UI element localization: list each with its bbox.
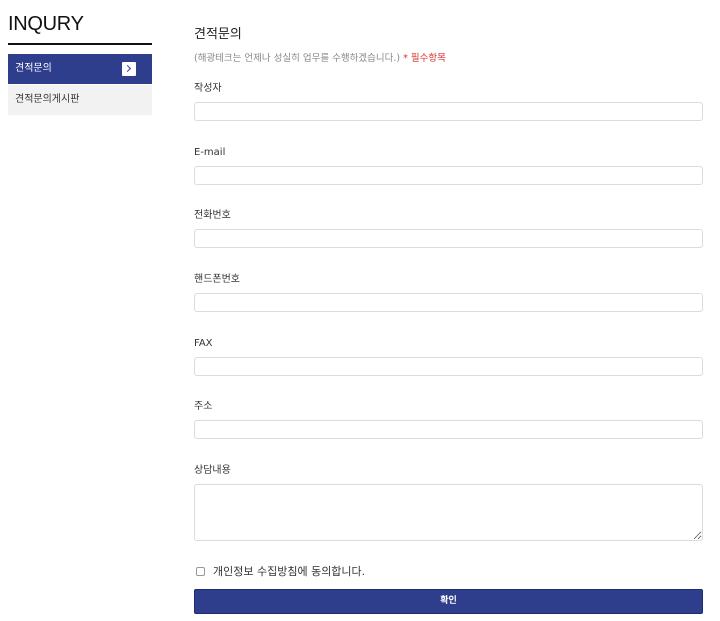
email-input[interactable] — [194, 166, 703, 185]
author-input[interactable] — [194, 102, 703, 121]
subtitle-text: (해광테크는 언제나 성실히 업무를 수행하겠습니다.) — [194, 53, 401, 64]
sidebar-title: INQURY — [8, 13, 84, 35]
field-label: 핸드폰번호 — [194, 274, 240, 285]
field-label: E-mail — [194, 147, 226, 158]
required-note: * 필수항목 — [403, 53, 446, 64]
field-label: 상담내용 — [194, 465, 231, 476]
field-message: 상담내용 — [194, 464, 703, 541]
sidebar-item-quote-board[interactable]: 견적문의게시판 — [8, 85, 152, 115]
field-label: FAX — [194, 338, 213, 349]
field-author: 작성자 — [194, 82, 703, 121]
privacy-checkbox[interactable] — [196, 566, 205, 576]
field-label: 전화번호 — [194, 210, 231, 221]
field-phone: 전화번호 — [194, 209, 703, 248]
address-input[interactable] — [194, 420, 703, 439]
privacy-agree[interactable]: 개인정보 수집방침에 동의합니다. — [194, 563, 365, 579]
privacy-agree-label: 개인정보 수집방침에 동의합니다. — [213, 565, 366, 578]
mobile-input[interactable] — [194, 293, 703, 312]
field-email: E-mail — [194, 146, 703, 185]
inquiry-form: 견적문의 (해광테크는 언제나 성실히 업무를 수행하겠습니다.) * 필수항목… — [194, 26, 704, 614]
sidebar-item-quote-inquiry[interactable]: 견적문의 — [8, 54, 152, 84]
field-label: 작성자 — [194, 83, 222, 94]
sidebar: INQURY 견적문의 견적문의게시판 — [8, 12, 152, 115]
message-textarea[interactable] — [194, 484, 703, 541]
form-subtitle: (해광테크는 언제나 성실히 업무를 수행하겠습니다.) * 필수항목 — [194, 52, 704, 66]
field-label: 주소 — [194, 401, 213, 412]
chevron-right-icon — [122, 62, 136, 76]
phone-input[interactable] — [194, 229, 703, 248]
sidebar-divider — [8, 43, 152, 45]
sidebar-item-label: 견적문의 — [15, 63, 52, 74]
field-mobile: 핸드폰번호 — [194, 273, 703, 312]
page-title: 견적문의 — [194, 27, 242, 42]
submit-button[interactable]: 확인 — [194, 589, 703, 614]
sidebar-item-label: 견적문의게시판 — [15, 94, 80, 105]
field-fax: FAX — [194, 337, 703, 376]
field-address: 주소 — [194, 400, 703, 439]
fax-input[interactable] — [194, 357, 703, 376]
